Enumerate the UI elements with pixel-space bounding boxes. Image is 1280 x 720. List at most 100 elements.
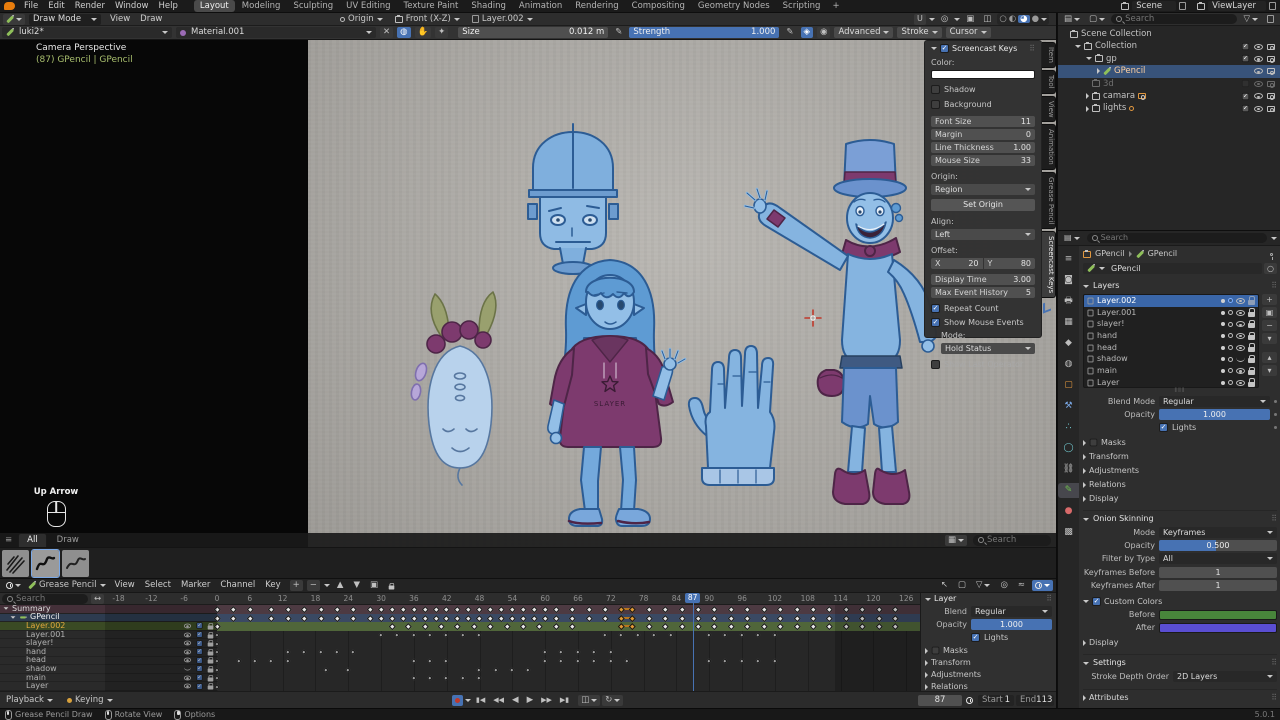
stroke-depth-order-dropdown[interactable]: 2D Layers <box>1173 671 1277 682</box>
properties-search-input[interactable]: Search <box>1086 233 1267 243</box>
remove-layer-button[interactable]: − <box>1262 320 1277 331</box>
disable-render-icon[interactable] <box>1267 68 1275 76</box>
properties-tab-texture[interactable]: ▩ <box>1060 525 1077 540</box>
keyframe[interactable] <box>722 658 728 664</box>
section-transform[interactable]: Transform <box>1083 453 1277 461</box>
hide-layer-icon[interactable] <box>1236 357 1245 362</box>
expand-icon[interactable] <box>1086 93 1089 100</box>
keyframe[interactable] <box>618 632 624 638</box>
disable-render-icon[interactable] <box>1267 105 1275 113</box>
blender-logo-icon[interactable] <box>4 2 15 10</box>
drawing-plane-dropdown[interactable]: Front (X-Z) <box>394 14 460 24</box>
lock-layer-icon[interactable] <box>1248 308 1255 317</box>
brush-strength-slider[interactable]: Strength 1.000 <box>629 27 780 38</box>
channel-hide-icon[interactable] <box>183 623 192 629</box>
keyframe[interactable] <box>323 666 329 672</box>
opacity-slider[interactable]: 1.000 <box>1159 409 1270 420</box>
offset-x-field[interactable]: X 20 <box>931 258 983 269</box>
hide-viewport-icon[interactable] <box>1254 105 1263 112</box>
workspace-tab-rendering[interactable]: Rendering <box>569 0 624 12</box>
onion-after-color[interactable] <box>1159 623 1277 633</box>
gp-layer-row-main[interactable]: main <box>1084 365 1258 377</box>
channel-hide-icon[interactable] <box>183 632 192 637</box>
attributes-section[interactable]: Attributes <box>1089 694 1129 702</box>
keyframes-before-field[interactable]: 1 <box>1159 567 1277 578</box>
channel-mute-checkbox[interactable] <box>196 631 203 638</box>
max-event-history-field[interactable]: Max Event History 5 <box>931 287 1035 298</box>
frame-end-field[interactable]: End 113 <box>1016 695 1054 706</box>
outliner-row-3d[interactable]: 3d <box>1058 78 1280 90</box>
sidebar-masks-checkbox[interactable] <box>931 646 940 655</box>
viewport-3d[interactable]: SLAYER Camera Perspective (87) GPencil |… <box>0 40 1056 578</box>
sidebar-section-relations[interactable]: Relations <box>925 683 1052 691</box>
expand-icon[interactable] <box>1097 68 1100 75</box>
channel-head[interactable]: head <box>0 656 920 666</box>
keyframe[interactable] <box>591 649 597 655</box>
field-font-size[interactable]: Font Size 11 <box>931 116 1035 127</box>
size-pressure-button[interactable]: ✎ <box>612 27 625 38</box>
playback-sync-button[interactable] <box>1032 580 1053 591</box>
keyframe[interactable] <box>301 649 307 655</box>
dope-mode-dropdown[interactable]: Grease Pencil <box>28 581 106 590</box>
jump-to-start-button[interactable]: ▮◀ <box>473 695 488 706</box>
hide-layer-icon[interactable] <box>1236 344 1245 351</box>
keyframe[interactable] <box>602 632 608 638</box>
keyframe[interactable] <box>525 666 531 672</box>
expand-icon[interactable] <box>1086 105 1089 112</box>
keyframe[interactable] <box>574 649 581 655</box>
outliner-row-lights[interactable]: lights <box>1058 102 1280 114</box>
next-keyframe-button[interactable]: ▶▶ <box>538 695 555 706</box>
onion-skin-toggle-icon[interactable] <box>1228 310 1233 316</box>
channel-gpencil[interactable]: GPencil <box>0 613 920 623</box>
keyframe[interactable] <box>410 675 416 681</box>
lock-layer-icon[interactable] <box>1248 366 1255 375</box>
channel-lock-icon[interactable] <box>207 657 214 664</box>
workspace-tab-sculpting[interactable]: Sculpting <box>287 0 339 12</box>
custom-colors-title[interactable]: Custom Colors <box>1104 597 1162 606</box>
outliner-row-gp[interactable]: gp <box>1058 53 1280 65</box>
onion-skin-toggle-icon[interactable] <box>1228 321 1233 327</box>
properties-tab-world[interactable]: ◍ <box>1060 357 1077 372</box>
gp-layer-row-shadow[interactable]: shadow <box>1084 353 1258 365</box>
mask-toggle-icon[interactable] <box>1221 357 1225 362</box>
channel-search-input[interactable]: Search <box>2 594 88 604</box>
channel-mute-checkbox[interactable] <box>196 674 203 681</box>
channel-mute-checkbox[interactable] <box>196 640 203 647</box>
properties-tab-view-layer[interactable]: ▦ <box>1060 315 1077 330</box>
selectable-checkbox[interactable] <box>1241 80 1250 88</box>
mask-toggle-icon[interactable] <box>1221 322 1225 327</box>
properties-tab-data[interactable]: ✎ <box>1058 483 1079 498</box>
selectable-checkbox[interactable] <box>1241 104 1250 113</box>
fake-user-button[interactable]: ○ <box>1264 263 1277 274</box>
viewlayer-selector[interactable]: ViewLayer <box>1197 0 1276 12</box>
channel-lock-icon[interactable] <box>207 631 214 639</box>
keyframe[interactable] <box>591 658 597 664</box>
move-layer-up-button[interactable]: ▴ <box>1262 352 1277 363</box>
frame-step-button[interactable]: ◫ <box>578 695 601 706</box>
channel-mute-checkbox[interactable] <box>196 665 203 673</box>
onion-display-section[interactable]: Display <box>1089 639 1119 647</box>
workspace-tab-modeling[interactable]: Modeling <box>236 0 287 12</box>
mask-toggle-icon[interactable] <box>1221 345 1225 350</box>
expand-channels-button[interactable]: ↔ <box>91 594 105 604</box>
channel-lock-icon[interactable] <box>207 622 214 630</box>
properties-tab-object[interactable]: ▢ <box>1060 378 1077 393</box>
filter-button[interactable]: ▽ <box>973 580 994 591</box>
channel-hide-icon[interactable] <box>183 649 192 655</box>
outliner-display-mode-button[interactable]: ▤ <box>1061 14 1083 25</box>
workspace-tab-uv-editing[interactable]: UV Editing <box>340 0 396 12</box>
remove-keyframe-button[interactable]: − <box>306 580 320 591</box>
channel-shadow[interactable]: shadow <box>0 664 920 674</box>
snap-options-icon[interactable] <box>928 17 935 21</box>
unlink-material-button[interactable]: ✕ <box>380 27 394 38</box>
origin-dropdown[interactable]: Region <box>931 184 1035 195</box>
keyframe[interactable] <box>492 666 498 672</box>
channel-hide-icon[interactable] <box>183 667 192 671</box>
channel-lock-icon[interactable] <box>207 674 214 682</box>
auto-key-button[interactable] <box>452 695 463 706</box>
workspace-tab-compositing[interactable]: Compositing <box>626 0 691 12</box>
hide-layer-icon[interactable] <box>1236 332 1245 339</box>
screencast-enable-checkbox[interactable] <box>940 44 949 53</box>
playback-dropdown[interactable]: Playback <box>6 696 53 705</box>
properties-editor-icon[interactable]: ▤ <box>1061 233 1083 244</box>
